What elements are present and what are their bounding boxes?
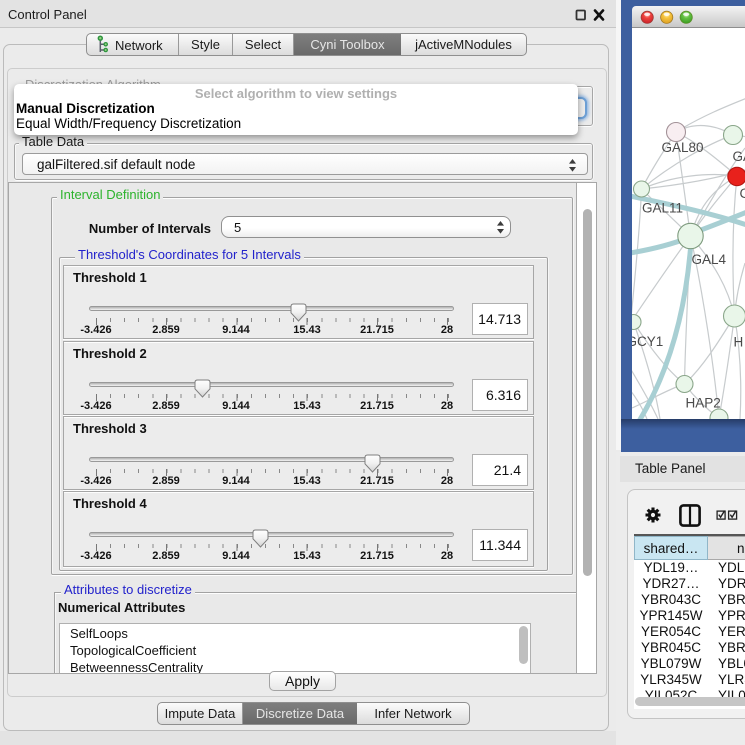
svg-text:GAL4: GAL4 [692, 252, 727, 267]
svg-text:C: C [740, 186, 745, 201]
svg-text:GAL11: GAL11 [642, 201, 683, 216]
svg-text:GA: GA [733, 149, 745, 164]
svg-text:GAL80: GAL80 [662, 140, 704, 155]
svg-text:HAP2: HAP2 [686, 396, 721, 411]
svg-text:GCY1: GCY1 [632, 334, 663, 349]
svg-text:H: H [734, 335, 744, 350]
